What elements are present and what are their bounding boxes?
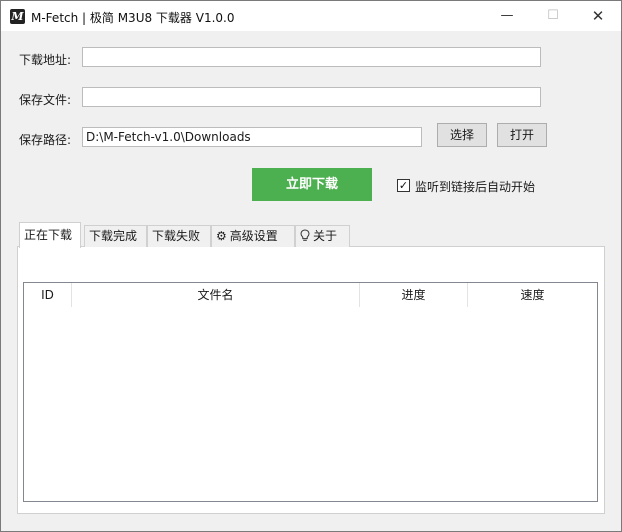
- column-header-speed[interactable]: 速度: [468, 283, 597, 307]
- url-input[interactable]: [82, 47, 541, 67]
- tab-label: 下载失败: [152, 229, 201, 243]
- url-label: 下载地址:: [19, 53, 72, 67]
- auto-start-label[interactable]: 监听到链接后自动开始: [415, 178, 535, 195]
- column-header-filename[interactable]: 文件名: [72, 283, 360, 307]
- file-label: 保存文件:: [19, 93, 72, 107]
- path-label: 保存路径:: [19, 133, 72, 147]
- tab-label: 正在下载: [24, 228, 73, 242]
- tab-label: 高级设置: [229, 229, 278, 243]
- lightbulb-icon: [300, 226, 310, 247]
- app-logo-icon: M: [10, 9, 25, 24]
- download-button[interactable]: 立即下载: [252, 168, 372, 201]
- column-header-id[interactable]: ID: [24, 283, 72, 307]
- app-window: M M-Fetch | 极简 M3U8 下载器 V1.0.0 — ☐ ✕ 下载地…: [0, 0, 622, 532]
- column-header-progress[interactable]: 进度: [360, 283, 468, 307]
- tab-completed[interactable]: 下载完成: [84, 225, 147, 247]
- minimize-button[interactable]: —: [484, 1, 530, 31]
- gear-icon: ⚙: [216, 229, 227, 243]
- choose-path-button[interactable]: 选择: [437, 123, 487, 147]
- tab-label: 关于: [313, 229, 338, 243]
- auto-start-checkbox[interactable]: ✓: [397, 179, 410, 192]
- file-input[interactable]: [82, 87, 541, 107]
- window-title: M-Fetch | 极简 M3U8 下载器 V1.0.0: [31, 11, 235, 25]
- download-list[interactable]: ID 文件名 进度 速度: [23, 282, 598, 502]
- title-bar[interactable]: M M-Fetch | 极简 M3U8 下载器 V1.0.0 — ☐ ✕: [1, 1, 621, 31]
- tab-label: 下载完成: [89, 229, 138, 243]
- close-button[interactable]: ✕: [575, 1, 621, 31]
- tab-failed[interactable]: 下载失败: [147, 225, 211, 247]
- open-folder-button[interactable]: 打开: [497, 123, 547, 147]
- path-input[interactable]: D:\M-Fetch-v1.0\Downloads: [82, 127, 422, 147]
- maximize-button[interactable]: ☐: [530, 1, 576, 31]
- tab-downloading[interactable]: 正在下载: [19, 222, 81, 248]
- tab-advanced-settings[interactable]: ⚙ 高级设置: [211, 225, 295, 247]
- tab-about[interactable]: 关于: [295, 225, 350, 247]
